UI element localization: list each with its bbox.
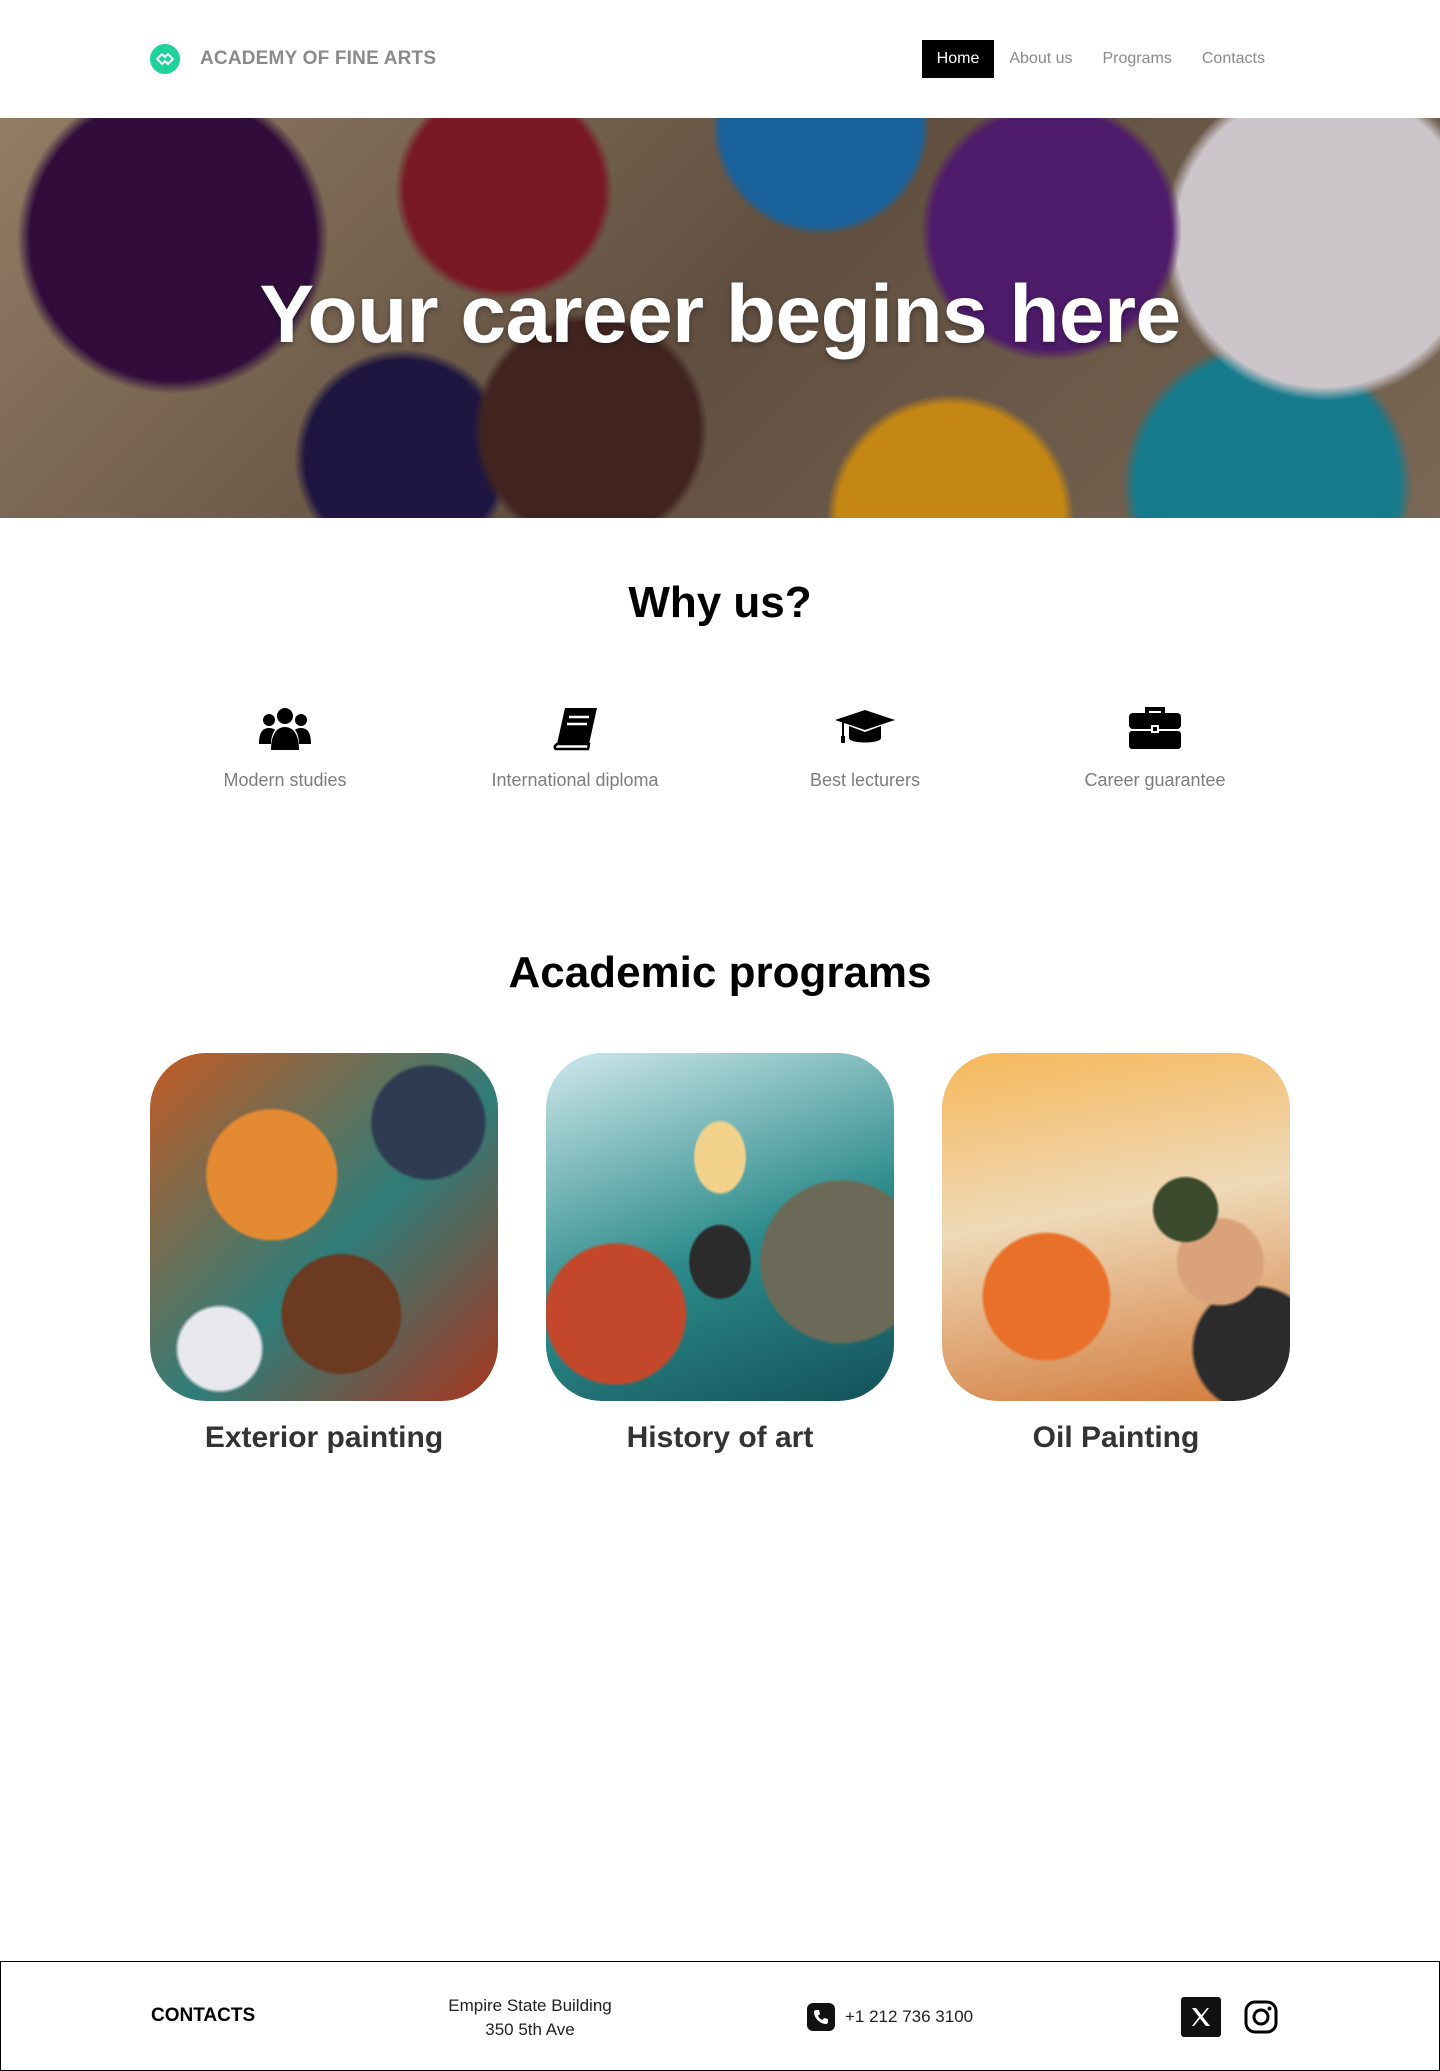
program-image[interactable] (942, 1053, 1290, 1401)
main-nav: Home About us Programs Contacts (921, 40, 1280, 78)
brand-name: ACADEMY OF FINE ARTS (200, 48, 437, 69)
feature-label: Best lecturers (809, 770, 921, 790)
program-image[interactable] (546, 1053, 894, 1401)
program-title[interactable]: History of art (546, 1421, 894, 1455)
feature-modern-studies: Modern studies (165, 700, 405, 791)
program-title[interactable]: Exterior painting (150, 1421, 498, 1455)
program-image[interactable] (150, 1053, 498, 1401)
phone-icon (807, 2003, 835, 2031)
program-title[interactable]: Oil Painting (942, 1421, 1290, 1455)
nav-about-us[interactable]: About us (994, 40, 1087, 78)
users-icon (165, 700, 405, 756)
feature-best-lecturers: Best lecturers (745, 700, 985, 791)
program-card-exterior-painting[interactable]: Exterior painting (150, 1053, 498, 1455)
graduation-cap-icon (745, 700, 985, 756)
nav-contacts[interactable]: Contacts (1187, 40, 1280, 78)
x-icon[interactable] (1181, 1997, 1221, 2037)
phone-number[interactable]: +1 212 736 3100 (845, 2007, 973, 2027)
program-card-history-of-art[interactable]: History of art (546, 1053, 894, 1455)
address-line-1: Empire State Building (448, 1996, 612, 2015)
why-us-title: Why us? (628, 578, 812, 627)
nav-home[interactable]: Home (921, 40, 995, 78)
footer-phone[interactable]: +1 212 736 3100 (807, 2003, 973, 2031)
footer-contacts-heading: CONTACTS (151, 2005, 256, 2026)
programs-title: Academic programs (508, 948, 932, 997)
feature-international-diploma: International diploma (455, 700, 695, 791)
feature-label: Career guarantee (1084, 770, 1226, 790)
site-header: ACADEMY OF FINE ARTS Home About us Progr… (0, 0, 1440, 118)
briefcase-icon (1035, 700, 1275, 756)
program-card-oil-painting[interactable]: Oil Painting (942, 1053, 1290, 1455)
feature-label: International diploma (491, 770, 659, 790)
feature-career-guarantee: Career guarantee (1035, 700, 1275, 791)
nav-programs[interactable]: Programs (1088, 40, 1187, 78)
book-icon (455, 700, 695, 756)
hero-banner: Your career begins here (0, 118, 1440, 518)
hero-title: Your career begins here (259, 269, 1181, 360)
brand[interactable]: ACADEMY OF FINE ARTS (150, 43, 436, 75)
feature-label: Modern studies (223, 770, 347, 790)
instagram-icon[interactable] (1241, 1997, 1281, 2037)
social-links (1181, 1997, 1281, 2037)
address-line-2: 350 5th Ave (485, 2020, 575, 2039)
logo-icon (150, 44, 180, 74)
site-footer: CONTACTS Empire State Building 350 5th A… (0, 1961, 1440, 2071)
footer-address: Empire State Building 350 5th Ave (430, 1994, 630, 2042)
